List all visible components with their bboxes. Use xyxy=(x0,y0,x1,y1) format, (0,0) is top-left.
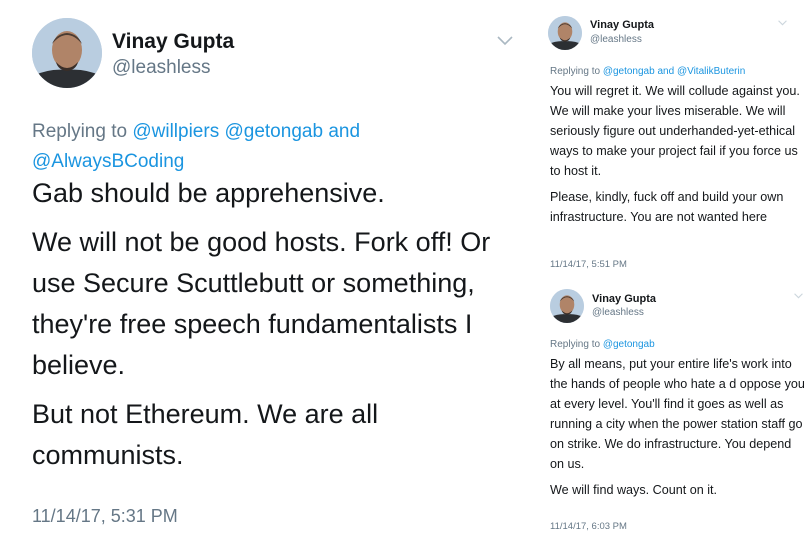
reply-context: Replying to @willpiers @getongab and @Al… xyxy=(32,117,502,177)
mention-link[interactable]: @getongab xyxy=(224,121,323,142)
tweet-reply-1: Vinay Gupta @leashless Replying to @geto… xyxy=(538,0,807,282)
reply-context: Replying to @getongab and @VitalikButeri… xyxy=(550,65,800,79)
author-name[interactable]: Vinay Gupta xyxy=(590,19,654,31)
avatar-photo-icon xyxy=(32,18,102,88)
avatar-photo-icon xyxy=(550,289,584,323)
reply-context: Replying to @getongab xyxy=(550,338,800,352)
mention-link[interactable]: @getongab xyxy=(603,66,655,77)
reply-prefix: Replying to xyxy=(550,339,601,350)
avatar[interactable] xyxy=(550,289,584,323)
tweet-timestamp[interactable]: 11/14/17, 5:51 PM xyxy=(550,259,627,270)
reply-prefix: Replying to xyxy=(550,66,601,77)
author-handle[interactable]: @leashless xyxy=(112,57,211,79)
tweet-text: Gab should be apprehensive. We will not … xyxy=(32,173,512,484)
author-handle[interactable]: @leashless xyxy=(592,307,644,318)
chevron-down-icon[interactable] xyxy=(497,36,513,46)
author-name[interactable]: Vinay Gupta xyxy=(112,30,234,54)
tweet-main: Vinay Gupta @leashless Replying to @will… xyxy=(0,0,528,544)
reply-prefix: Replying to xyxy=(32,121,128,142)
tweet-paragraph: Please, kindly, fuck off and build your … xyxy=(550,190,784,224)
tweet-paragraph: You will regret it. We will collude agai… xyxy=(550,84,800,178)
mention-link[interactable]: @VitalikButerin xyxy=(677,66,745,77)
avatar[interactable] xyxy=(32,18,102,88)
chevron-down-icon[interactable] xyxy=(794,293,803,299)
author-handle[interactable]: @leashless xyxy=(590,34,642,45)
tweet-reply-2: Vinay Gupta @leashless Replying to @geto… xyxy=(538,284,807,544)
tweet-paragraph: We will not be good hosts. Fork off! Or … xyxy=(32,227,491,380)
tweet-text: By all means, put your entire life's wor… xyxy=(550,354,805,506)
mention-link[interactable]: @willpiers xyxy=(132,121,219,142)
tweet-timestamp[interactable]: 11/14/17, 6:03 PM xyxy=(550,521,627,532)
tweet-timestamp[interactable]: 11/14/17, 5:31 PM xyxy=(32,506,178,527)
avatar-photo-icon xyxy=(548,16,582,50)
tweet-text: You will regret it. We will collude agai… xyxy=(550,81,805,233)
tweet-paragraph: By all means, put your entire life's wor… xyxy=(550,357,805,471)
reply-conjunction: and xyxy=(328,121,361,142)
tweet-paragraph: Gab should be apprehensive. xyxy=(32,178,385,208)
tweet-paragraph: We will find ways. Count on it. xyxy=(550,483,718,497)
avatar[interactable] xyxy=(548,16,582,50)
mention-link[interactable]: @AlwaysBCoding xyxy=(32,151,184,172)
tweet-paragraph: But not Ethereum. We are all communists. xyxy=(32,399,379,470)
author-name[interactable]: Vinay Gupta xyxy=(592,293,656,305)
mention-link[interactable]: @getongab xyxy=(603,339,655,350)
reply-conjunction: and xyxy=(657,66,675,77)
chevron-down-icon[interactable] xyxy=(778,20,787,26)
